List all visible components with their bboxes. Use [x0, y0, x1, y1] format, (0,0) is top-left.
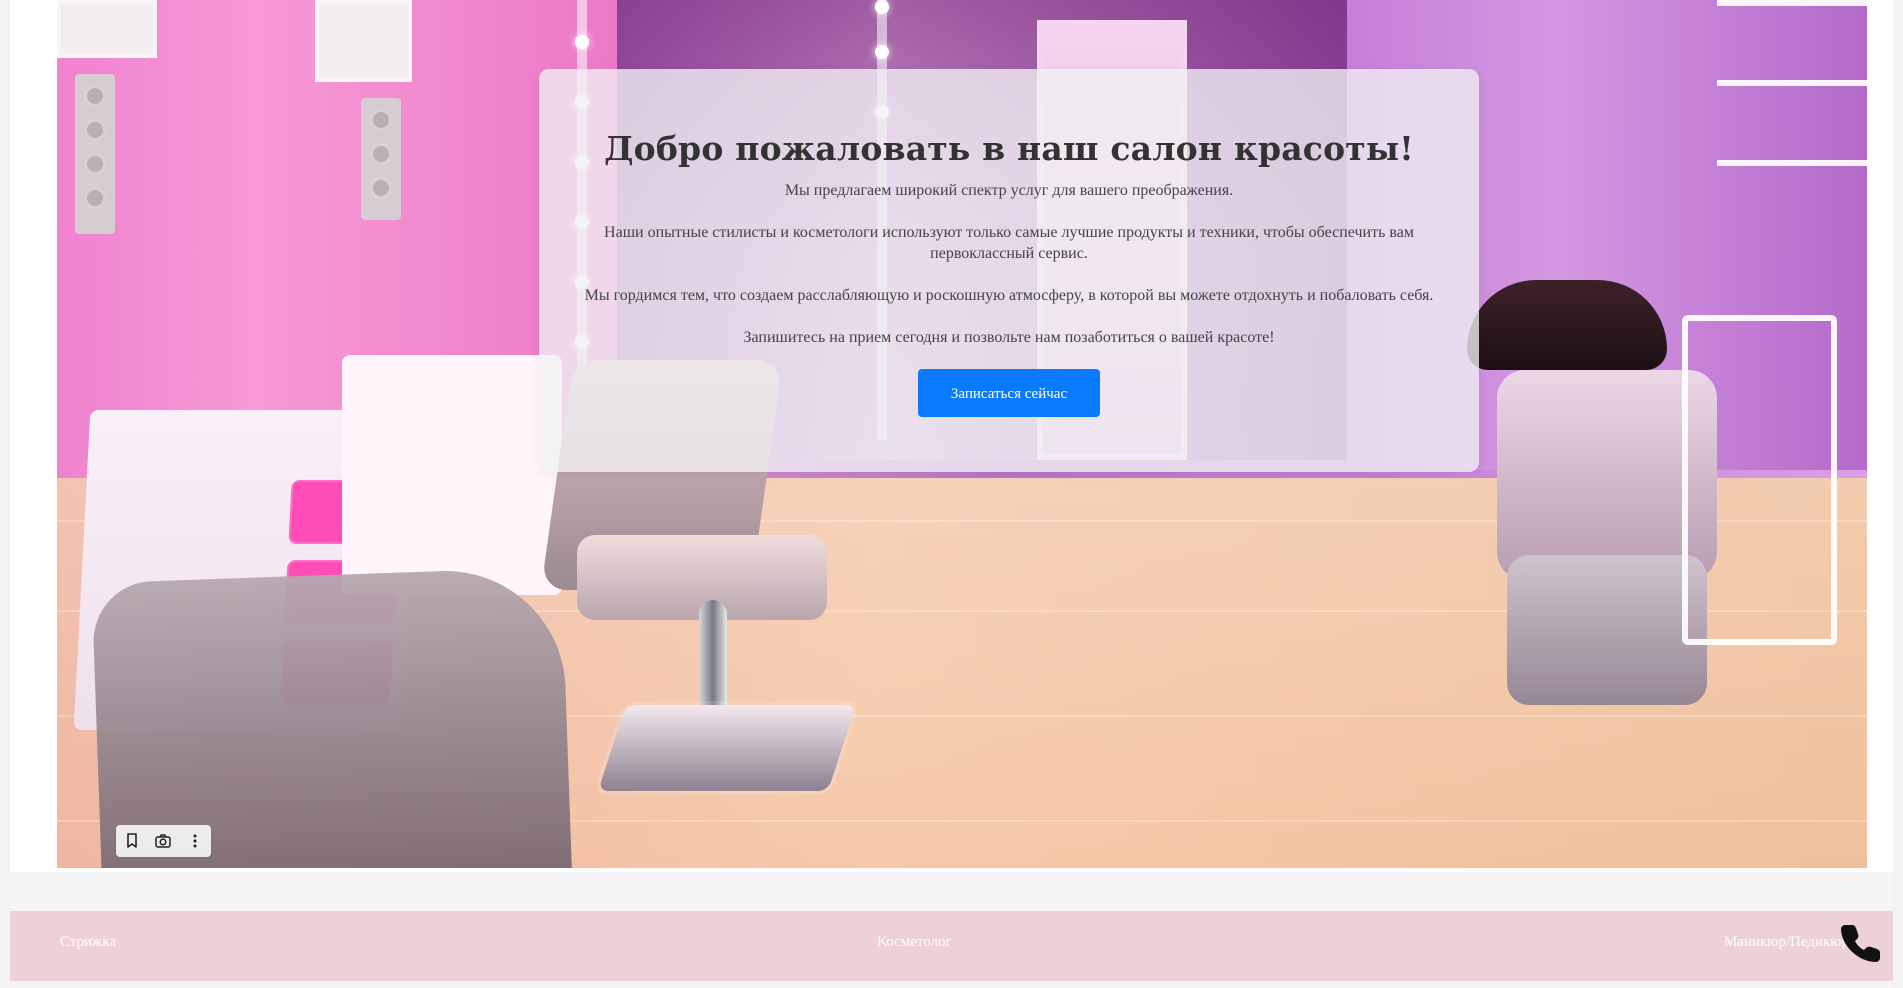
phone-icon[interactable] [1831, 912, 1891, 972]
front-left-chair [91, 566, 573, 868]
page: Добро пожаловать в наш салон красоты! Мы… [0, 0, 1903, 988]
book-now-button[interactable]: Записаться сейчас [918, 369, 1100, 417]
salon-chair-base [598, 705, 856, 791]
right-shelf [1717, 0, 1867, 240]
welcome-paragraph-4: Запишитесь на прием сегодня и позвольте … [743, 329, 1275, 346]
hero-frame: Добро пожаловать в наш салон красоты! Мы… [10, 0, 1893, 872]
wall-sockets [361, 98, 401, 220]
camera-icon[interactable] [154, 832, 172, 850]
welcome-title: Добро пожаловать в наш салон красоты! [604, 129, 1414, 168]
image-toolbar [116, 825, 211, 857]
side-cart [342, 355, 562, 595]
left-page-edge [0, 0, 10, 988]
bookmark-icon[interactable] [123, 832, 141, 850]
wash-chair-base [1507, 555, 1707, 705]
more-vertical-icon[interactable] [186, 832, 204, 850]
wall-sockets [75, 74, 115, 234]
bottom-service-bar: Стрижка Косметолог Маникюр/Педикюр [10, 911, 1893, 981]
right-cart [1682, 315, 1837, 645]
wall-frame [315, 0, 412, 82]
hero-section: Добро пожаловать в наш салон красоты! Мы… [57, 0, 1867, 868]
service-link-cosmetologist[interactable]: Косметолог [877, 935, 952, 950]
welcome-card: Добро пожаловать в наш салон красоты! Мы… [539, 69, 1479, 472]
welcome-copy: Мы предлагаем широкий спектр услуг для в… [564, 180, 1454, 348]
welcome-paragraph-3: Мы гордимся тем, что создаем расслабляющ… [584, 287, 1434, 304]
service-link-haircut[interactable]: Стрижка [60, 935, 116, 950]
right-page-edge [1893, 0, 1903, 988]
welcome-paragraph-1: Мы предлагаем широкий спектр услуг для в… [784, 182, 1234, 199]
welcome-paragraph-2: Наши опытные стилисты и косметологи испо… [604, 224, 1414, 262]
wall-frame [57, 0, 157, 58]
wash-bowl [1467, 280, 1667, 370]
